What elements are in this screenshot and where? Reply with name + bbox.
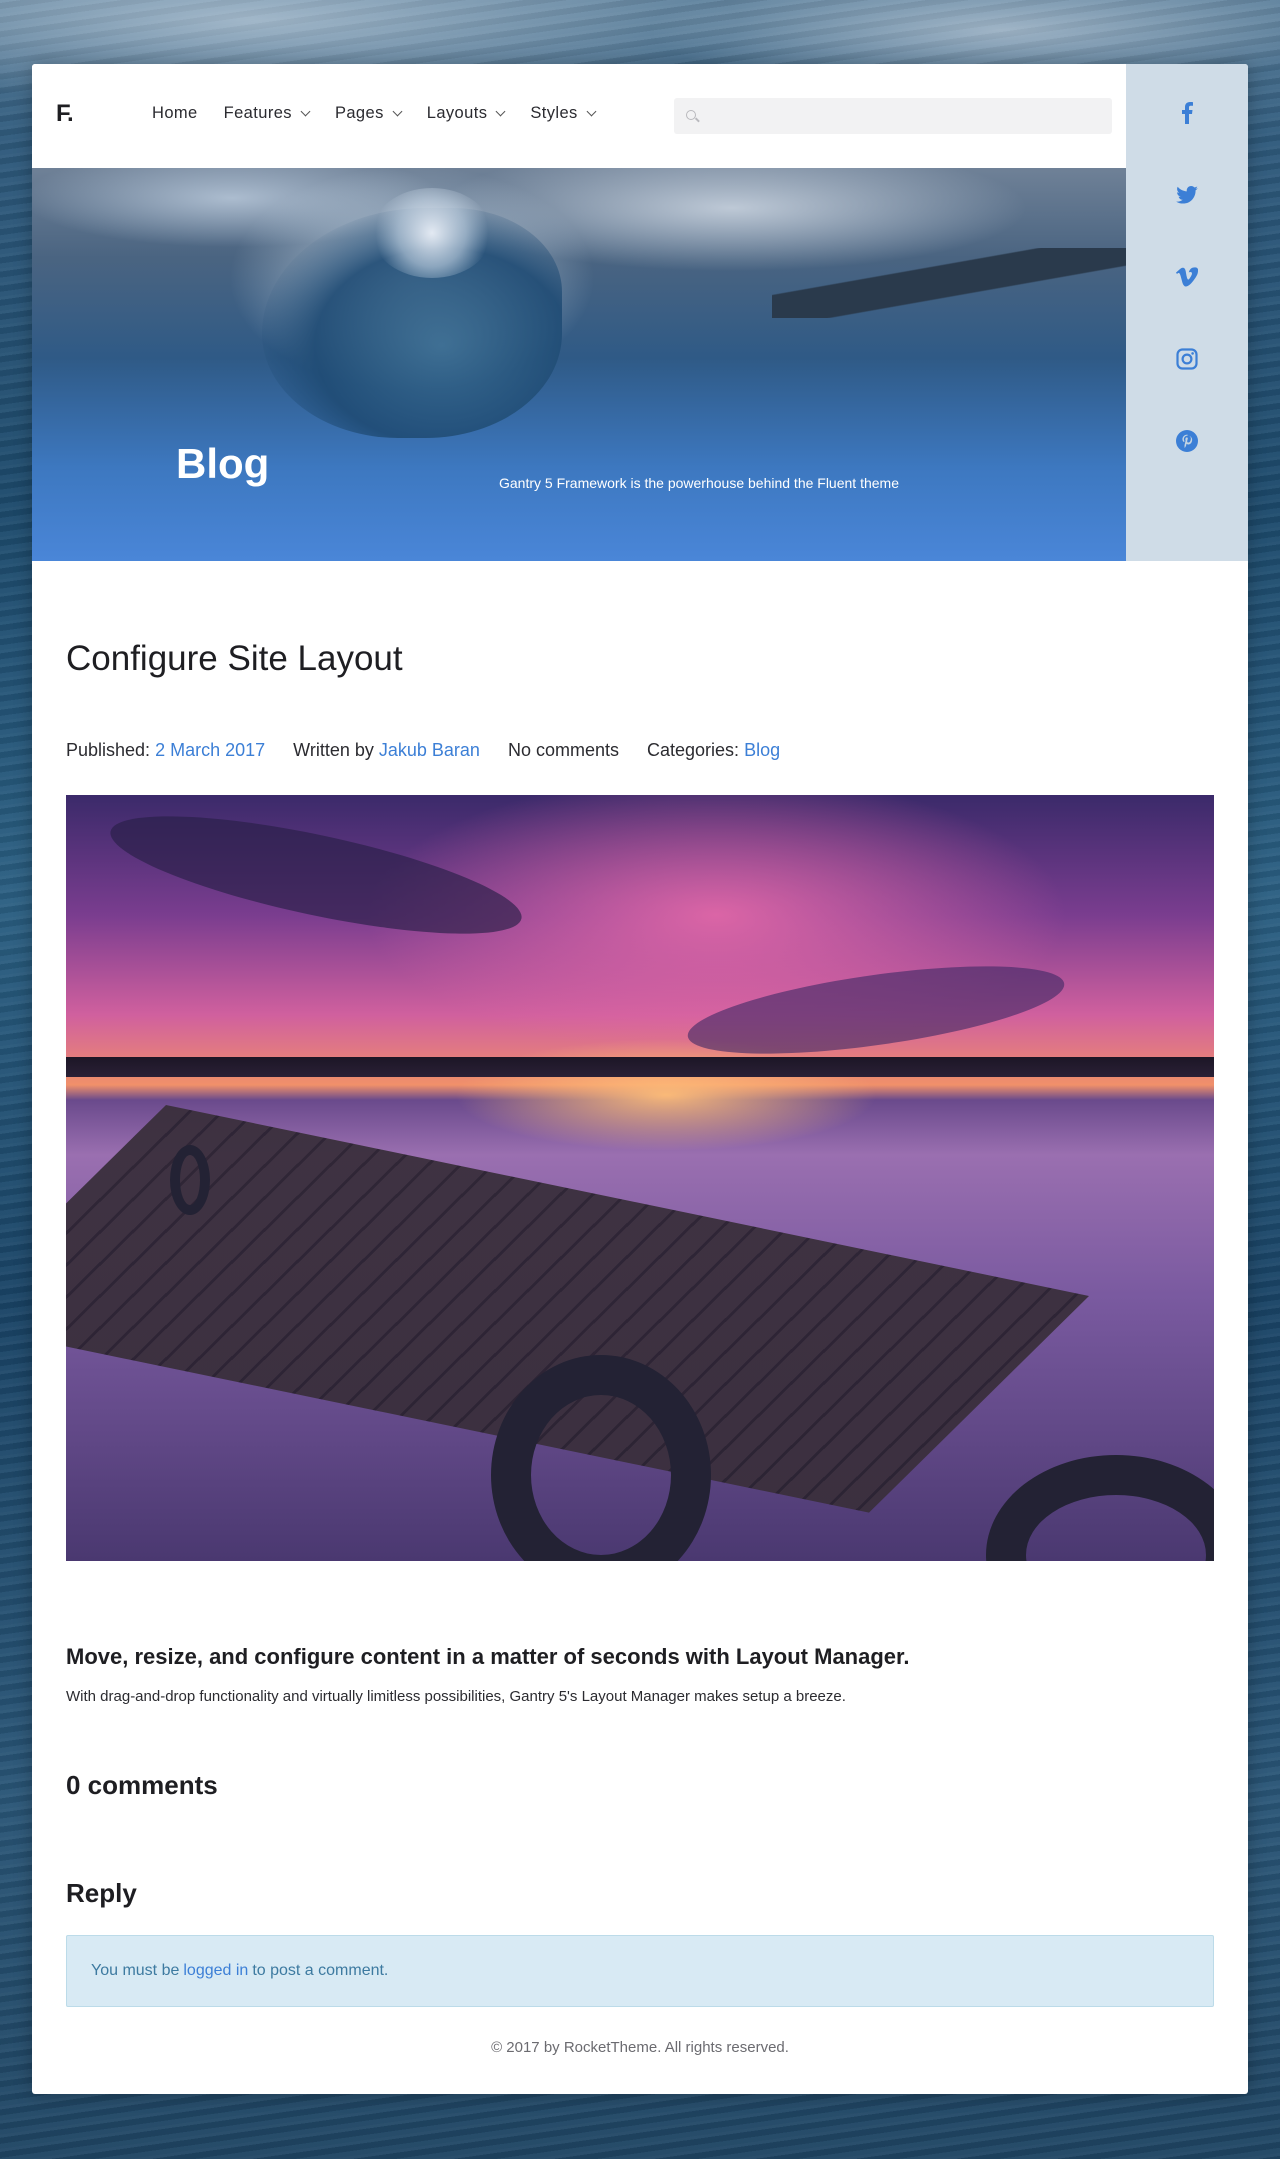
nav-item-features[interactable]: Features (223, 104, 311, 123)
instagram-link[interactable] (1167, 339, 1207, 379)
author-link[interactable]: Jakub Baran (379, 740, 480, 760)
notice-text-before: You must be (91, 1962, 180, 1979)
page-container: F. Home Features Pages Layouts Styles Bl… (32, 64, 1248, 2094)
nav-item-layouts[interactable]: Layouts (426, 104, 506, 123)
nav-label: Features (223, 104, 292, 122)
chevron-down-icon (392, 106, 403, 117)
reply-heading: Reply (66, 1878, 137, 1908)
top-navbar: F. Home Features Pages Layouts Styles (32, 64, 1126, 168)
chevron-down-icon (300, 106, 311, 117)
twitter-link[interactable] (1167, 175, 1207, 215)
social-sidebar (1126, 64, 1248, 561)
login-notice: You must be logged in to post a comment. (66, 1935, 1214, 2007)
instagram-icon (1176, 348, 1198, 370)
article-title: Configure Site Layout (66, 639, 403, 678)
article-intro: With drag-and-drop functionality and vir… (66, 1688, 846, 1705)
chevron-down-icon (586, 106, 597, 117)
meta-published: Published: 2 March 2017 (66, 740, 265, 761)
chevron-down-icon (495, 106, 506, 117)
written-by-label: Written by (293, 740, 374, 760)
hero-title: Blog (176, 440, 270, 487)
footer-copyright: © 2017 by RocketTheme. All rights reserv… (491, 2039, 789, 2056)
hero-shore-image (772, 248, 1126, 318)
nav-label: Pages (334, 104, 384, 122)
search-icon (686, 110, 696, 120)
nav-item-styles[interactable]: Styles (530, 104, 597, 123)
search-box (674, 98, 1112, 136)
facebook-icon (1182, 102, 1193, 124)
nav-item-home[interactable]: Home (152, 104, 198, 123)
facebook-link[interactable] (1167, 93, 1207, 133)
hero-foam-image (372, 188, 492, 278)
meta-categories: Categories: Blog (647, 740, 780, 761)
article-image (66, 795, 1214, 1561)
category-link[interactable]: Blog (744, 740, 780, 760)
article-meta: Published: 2 March 2017 Written by Jakub… (66, 740, 808, 761)
article-lead: Move, resize, and configure content in a… (66, 1644, 910, 1669)
published-date-link[interactable]: 2 March 2017 (155, 740, 265, 760)
meta-comments: No comments (507, 740, 619, 760)
categories-label: Categories: (647, 740, 740, 760)
login-link[interactable]: logged in (183, 1962, 248, 1980)
nav-label: Home (152, 104, 198, 122)
search-input[interactable] (706, 98, 1106, 136)
published-label: Published: (66, 740, 151, 760)
pinterest-link[interactable] (1167, 421, 1207, 461)
vimeo-link[interactable] (1167, 257, 1207, 297)
nav-label: Styles (530, 104, 578, 122)
meta-author: Written by Jakub Baran (293, 740, 480, 761)
main-nav: Home Features Pages Layouts Styles (152, 104, 621, 123)
vimeo-icon (1176, 267, 1198, 287)
comments-heading: 0 comments (66, 1770, 218, 1800)
hero-banner: Blog Gantry 5 Framework is the powerhous… (32, 168, 1126, 561)
site-logo[interactable]: F. (56, 100, 74, 128)
notice-text-after: to post a comment. (252, 1962, 389, 1979)
pinterest-icon (1176, 430, 1198, 452)
twitter-icon (1176, 186, 1198, 204)
nav-item-pages[interactable]: Pages (334, 104, 403, 123)
hero-tagline: Gantry 5 Framework is the powerhouse beh… (499, 475, 899, 491)
nav-label: Layouts (426, 104, 488, 122)
